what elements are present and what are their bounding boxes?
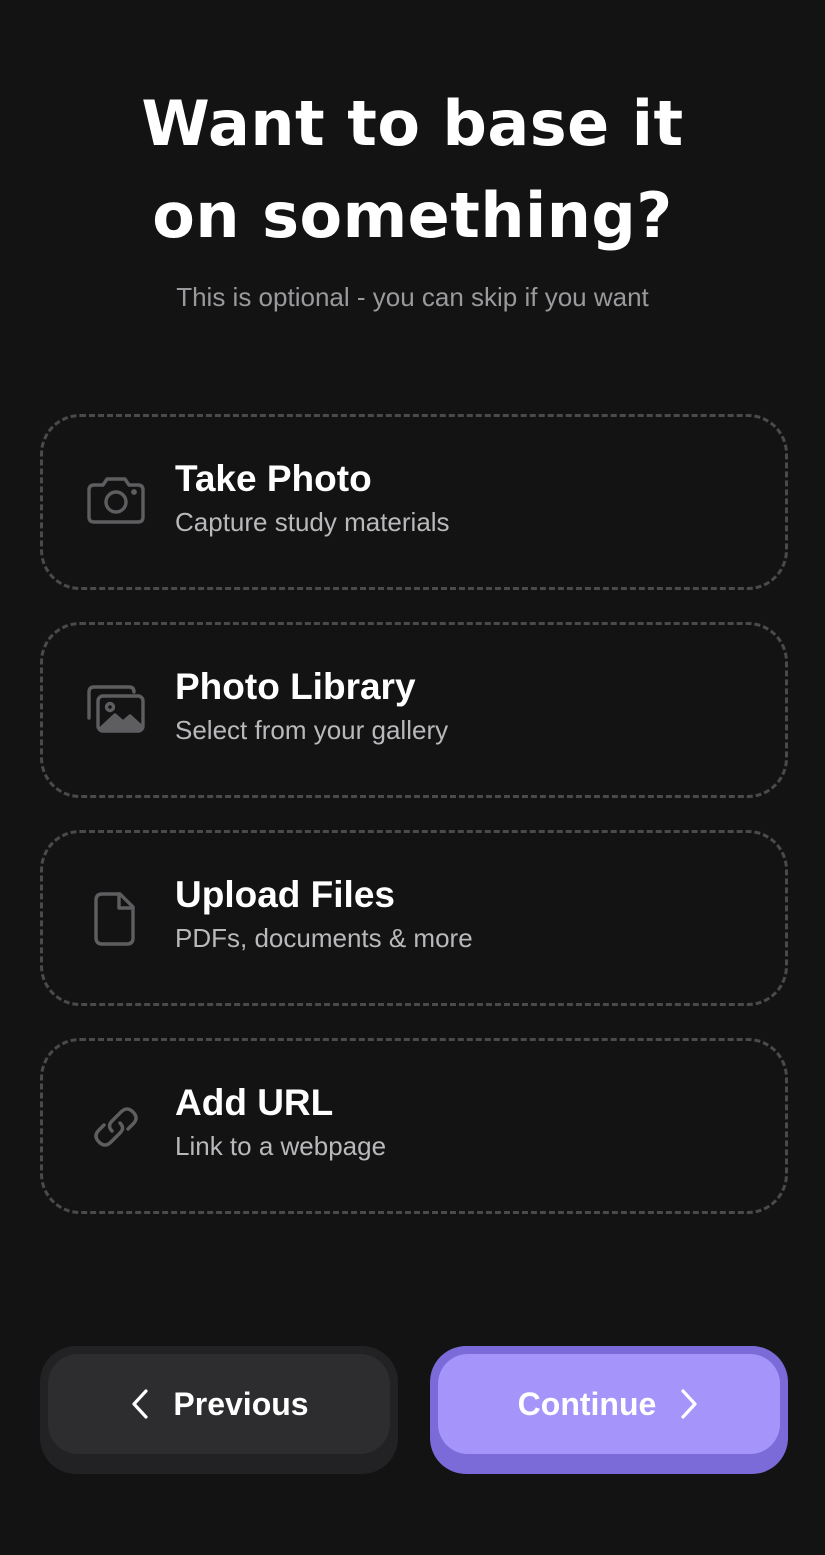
photo-library-option[interactable]: Photo Library Select from your gallery — [40, 622, 788, 798]
page-subtitle: This is optional - you can skip if you w… — [176, 282, 649, 312]
page-title: Want to base it on something? — [0, 78, 825, 262]
option-title: Upload Files — [175, 874, 395, 915]
page-title-line-2: on something? — [152, 179, 673, 252]
page-title-line-1: Want to base it — [141, 87, 684, 160]
chevron-left-icon — [132, 1389, 149, 1419]
link-icon — [85, 1096, 147, 1158]
option-title: Photo Library — [175, 666, 416, 707]
camera-icon — [85, 472, 147, 534]
option-title: Take Photo — [175, 458, 372, 499]
file-icon — [85, 888, 147, 950]
option-description: PDFs, documents & more — [175, 923, 473, 953]
previous-button-label: Previous — [173, 1385, 309, 1422]
upload-files-option[interactable]: Upload Files PDFs, documents & more — [40, 830, 788, 1006]
continue-button-label: Continue — [517, 1385, 657, 1422]
option-description: Select from your gallery — [175, 715, 449, 745]
take-photo-option[interactable]: Take Photo Capture study materials — [40, 414, 788, 590]
option-description: Capture study materials — [175, 507, 450, 537]
add-url-option[interactable]: Add URL Link to a webpage — [40, 1038, 788, 1214]
chevron-right-icon — [681, 1389, 697, 1419]
previous-button[interactable]: Previous — [40, 1346, 398, 1474]
option-description: Link to a webpage — [175, 1131, 387, 1161]
continue-button[interactable]: Continue — [430, 1346, 788, 1474]
option-title: Add URL — [175, 1082, 334, 1123]
source-options-list: Take Photo Capture study materials Photo… — [40, 414, 788, 1246]
gallery-icon — [85, 680, 147, 742]
